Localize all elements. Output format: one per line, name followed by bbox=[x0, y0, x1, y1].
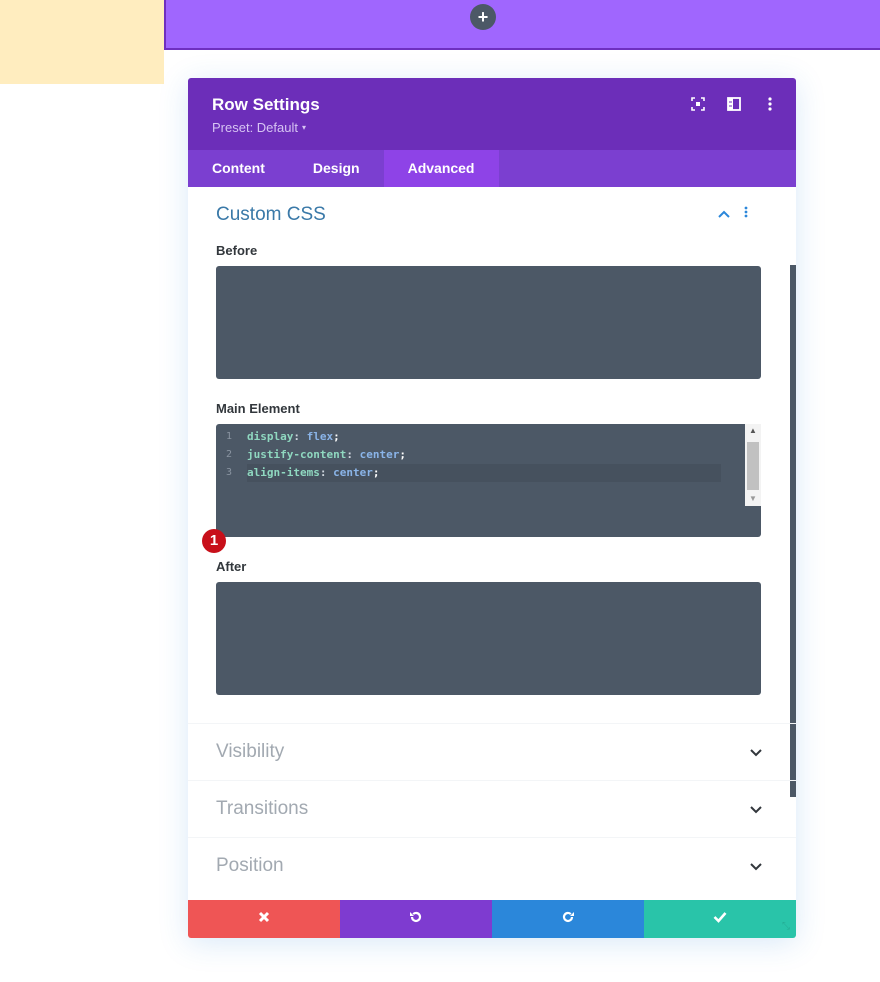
code-line: display: flex; bbox=[247, 430, 340, 443]
position-section[interactable]: Position bbox=[188, 837, 796, 894]
undo-button[interactable] bbox=[340, 900, 492, 938]
row-settings-modal: Row Settings Preset: Default ▾ Content D… bbox=[188, 78, 796, 938]
line-number-gutter: 1 2 3 bbox=[216, 428, 242, 482]
undo-icon bbox=[409, 910, 423, 929]
after-label: After bbox=[216, 559, 247, 574]
add-row-button[interactable]: + bbox=[470, 4, 496, 30]
page: + Row Settings Preset: Default ▾ Content… bbox=[0, 0, 880, 982]
resize-handle-icon[interactable]: ⤡ bbox=[782, 921, 790, 932]
code-line-active: align-items: center; bbox=[247, 464, 721, 482]
scroll-thumb[interactable] bbox=[747, 442, 759, 490]
line-number: 3 bbox=[225, 467, 233, 478]
tab-design[interactable]: Design bbox=[289, 150, 384, 187]
modal-content: Custom CSS Before Main Element 1 2 3 dis… bbox=[188, 187, 796, 900]
modal-tabs: Content Design Advanced bbox=[188, 150, 796, 187]
preset-dropdown[interactable]: Preset: Default ▾ bbox=[212, 120, 306, 135]
modal-header: Row Settings Preset: Default ▾ bbox=[188, 78, 796, 150]
css-property: display bbox=[247, 430, 294, 443]
css-value: center bbox=[359, 448, 400, 461]
main-element-field: Main Element 1 2 3 display: flex; justif… bbox=[216, 401, 768, 537]
chevron-down-icon[interactable] bbox=[750, 858, 762, 876]
modal-footer: ⤡ bbox=[188, 900, 796, 938]
more-vertical-icon[interactable] bbox=[762, 96, 778, 112]
line-number: 1 bbox=[225, 431, 233, 442]
chevron-down-icon[interactable] bbox=[750, 801, 762, 819]
scroll-down-icon[interactable]: ▼ bbox=[745, 492, 761, 506]
save-button[interactable]: ⤡ bbox=[644, 900, 796, 938]
css-property: justify-content bbox=[247, 448, 347, 461]
canvas-section-yellow bbox=[0, 0, 164, 84]
close-icon bbox=[258, 910, 270, 928]
annotation-badge: 1 bbox=[202, 529, 226, 553]
checkmark-icon bbox=[713, 910, 727, 928]
after-css-editor[interactable] bbox=[216, 582, 761, 695]
expand-icon[interactable] bbox=[690, 96, 706, 112]
sidebar-layout-icon[interactable] bbox=[726, 96, 742, 112]
more-vertical-icon[interactable] bbox=[744, 205, 748, 223]
custom-css-header[interactable]: Custom CSS bbox=[216, 187, 768, 243]
visibility-section[interactable]: Visibility bbox=[188, 723, 796, 780]
chevron-down-icon[interactable] bbox=[750, 744, 762, 762]
before-css-editor[interactable] bbox=[216, 266, 761, 379]
redo-button[interactable] bbox=[492, 900, 644, 938]
custom-css-section: Custom CSS Before Main Element 1 2 3 dis… bbox=[188, 187, 796, 695]
transitions-title: Transitions bbox=[216, 798, 309, 819]
before-field: Before bbox=[216, 243, 768, 379]
chevron-up-icon[interactable] bbox=[718, 205, 730, 223]
code-lines: display: flex; justify-content: center; … bbox=[247, 428, 721, 482]
caret-down-icon: ▾ bbox=[302, 123, 307, 132]
preset-label: Preset: Default bbox=[212, 120, 298, 135]
css-value: flex bbox=[306, 430, 334, 443]
code-line: justify-content: center; bbox=[247, 448, 406, 461]
scroll-up-icon[interactable]: ▲ bbox=[745, 424, 761, 438]
transitions-section[interactable]: Transitions bbox=[188, 780, 796, 837]
modal-title: Row Settings bbox=[212, 95, 320, 114]
panel-scrollbar[interactable] bbox=[790, 265, 796, 797]
custom-css-title: Custom CSS bbox=[216, 204, 326, 225]
visibility-title: Visibility bbox=[216, 741, 285, 762]
tab-advanced[interactable]: Advanced bbox=[383, 150, 499, 187]
editor-scrollbar[interactable]: ▲ ▼ bbox=[745, 424, 761, 506]
redo-icon bbox=[561, 910, 575, 929]
main-element-css-editor[interactable]: 1 2 3 display: flex; justify-content: ce… bbox=[216, 424, 761, 537]
before-label: Before bbox=[216, 243, 258, 258]
cancel-button[interactable] bbox=[188, 900, 340, 938]
tab-content[interactable]: Content bbox=[188, 150, 289, 187]
main-element-label: Main Element bbox=[216, 401, 300, 416]
css-value: center bbox=[333, 466, 373, 479]
css-property: align-items bbox=[247, 466, 320, 479]
line-number: 2 bbox=[225, 449, 233, 460]
canvas-row-purple bbox=[164, 0, 880, 50]
position-title: Position bbox=[216, 855, 284, 876]
after-field: After bbox=[216, 559, 768, 695]
